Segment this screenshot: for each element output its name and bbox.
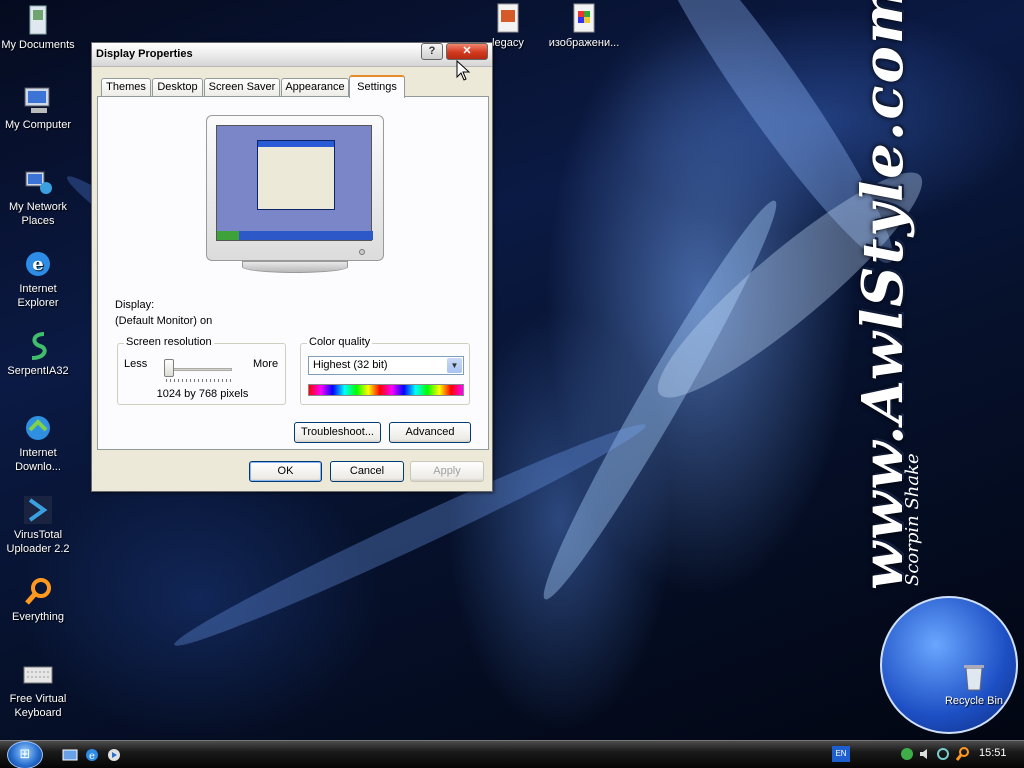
- desktop-icon-label: My Computer: [4, 119, 72, 131]
- desktop-icon-image[interactable]: изображени...: [546, 2, 622, 50]
- desktop-icon-internet-explorer[interactable]: e Internet Explorer: [0, 248, 76, 310]
- magnifier-tray-icon[interactable]: [955, 747, 970, 761]
- screen-resolution-group: Screen resolution Less More 1024 by 768 …: [117, 336, 286, 405]
- less-label: Less: [124, 358, 148, 370]
- language-indicator[interactable]: EN: [832, 746, 850, 762]
- desktop-icon-label: SerpentIA32: [7, 365, 69, 377]
- ok-button[interactable]: OK: [249, 461, 322, 482]
- magnifier-icon: [22, 576, 54, 608]
- desktop-icon-recycle-bin[interactable]: Recycle Bin: [936, 660, 1012, 708]
- cancel-button[interactable]: Cancel: [330, 461, 404, 482]
- close-button[interactable]: ✕: [446, 43, 488, 60]
- desktop-icon-my-documents[interactable]: My Documents: [0, 4, 76, 52]
- desktop-icon-label: My Network Places: [8, 201, 68, 227]
- troubleshoot-button[interactable]: Troubleshoot...: [294, 422, 381, 443]
- desktop-icon-label: My Documents: [1, 39, 75, 51]
- show-desktop-icon[interactable]: [62, 747, 78, 763]
- desktop-icon-virtual-keyboard[interactable]: Free Virtual Keyboard: [0, 658, 76, 720]
- svg-text:e: e: [89, 751, 95, 762]
- close-icon: ✕: [462, 45, 472, 57]
- desktop-icon-my-computer[interactable]: My Computer: [0, 84, 76, 132]
- desktop-icon-label: Everything: [12, 611, 64, 623]
- desktop-icon-label: изображени...: [548, 37, 620, 49]
- network-places-icon: [22, 166, 54, 198]
- keyboard-icon: [22, 658, 54, 690]
- tab-settings[interactable]: Settings: [349, 75, 405, 98]
- help-button[interactable]: ?: [421, 43, 443, 60]
- display-label: Display:: [115, 299, 155, 311]
- advanced-button[interactable]: Advanced: [389, 422, 471, 443]
- window-title: Display Properties: [96, 48, 193, 60]
- start-button[interactable]: ⊞: [7, 741, 43, 768]
- mouse-cursor-icon: [456, 60, 471, 81]
- tab-themes[interactable]: Themes: [101, 78, 151, 97]
- desktop-icon-serpent[interactable]: SerpentIA32: [0, 330, 76, 378]
- window-titlebar[interactable]: Display Properties ? ✕: [92, 43, 492, 67]
- settings-panel: Display: (Default Monitor) on Screen res…: [97, 96, 489, 450]
- desktop-icon-label: Internet Downlo...: [15, 447, 61, 473]
- image-file-icon: [568, 2, 600, 34]
- my-computer-icon: [22, 84, 54, 116]
- color-quality-title: Color quality: [307, 336, 373, 348]
- slider-ticks: [166, 379, 232, 382]
- sync-tray-icon[interactable]: [936, 747, 950, 761]
- desktop-icon-network[interactable]: My Network Places: [0, 166, 76, 228]
- internet-explorer-quicklaunch-icon[interactable]: e: [84, 747, 100, 763]
- network-tray-icon[interactable]: [900, 747, 914, 761]
- desktop-icon-download-manager[interactable]: Internet Downlo...: [0, 412, 76, 474]
- desktop-icon-everything[interactable]: Everything: [0, 576, 76, 624]
- virustotal-icon: [22, 494, 54, 526]
- power-button-icon: [359, 249, 365, 255]
- monitor-stand: [242, 261, 348, 273]
- download-manager-icon: [22, 412, 54, 444]
- file-icon: [492, 2, 524, 34]
- my-documents-icon: [22, 4, 54, 36]
- monitor-screen: [216, 125, 373, 241]
- help-icon: ?: [428, 45, 436, 57]
- desktop-icon-label: VirusTotal Uploader 2.2: [6, 529, 70, 555]
- tab-screen-saver[interactable]: Screen Saver: [204, 78, 280, 97]
- apply-button[interactable]: Apply: [410, 461, 484, 482]
- desktop-icon-virustotal[interactable]: VirusTotal Uploader 2.2: [0, 494, 76, 556]
- svg-text:e: e: [32, 254, 43, 275]
- desktop-icon-label: Recycle Bin: [944, 695, 1004, 707]
- screen-resolution-title: Screen resolution: [124, 336, 214, 348]
- color-spectrum-bar: [308, 384, 464, 396]
- tab-appearance[interactable]: Appearance: [281, 78, 349, 97]
- resolution-slider-track[interactable]: [164, 368, 232, 371]
- preview-start-button: [217, 231, 239, 240]
- serpent-icon: [22, 330, 54, 362]
- windows-logo-icon: ⊞: [19, 747, 31, 762]
- wallpaper-brand-text: www.AwlStyle.com: [850, 0, 916, 590]
- tab-desktop[interactable]: Desktop: [152, 78, 203, 97]
- internet-explorer-icon: e: [22, 248, 54, 280]
- taskbar: ⊞ e EN 15:51: [0, 740, 1024, 768]
- color-quality-value: Highest (32 bit): [313, 359, 388, 371]
- resolution-slider-thumb[interactable]: [164, 359, 174, 377]
- color-quality-select[interactable]: Highest (32 bit) ▼: [308, 356, 464, 375]
- preview-window: [257, 140, 335, 210]
- desktop-icon-label: Free Virtual Keyboard: [9, 693, 67, 719]
- color-quality-group: Color quality Highest (32 bit) ▼: [300, 336, 470, 405]
- more-label: More: [253, 358, 279, 370]
- wallpaper-streak: [527, 190, 793, 610]
- preview-taskbar: [217, 231, 373, 240]
- monitor-preview: [206, 115, 384, 273]
- chevron-down-icon[interactable]: ▼: [447, 358, 462, 373]
- tab-strip: Themes Desktop Screen Saver Appearance S…: [101, 75, 485, 98]
- monitor-body: [206, 115, 384, 261]
- recycle-bin-icon: [958, 660, 990, 692]
- volume-tray-icon[interactable]: [918, 747, 932, 761]
- display-value: (Default Monitor) on: [115, 315, 213, 327]
- display-properties-window: Display Properties ? ✕ Themes Desktop Sc…: [91, 42, 493, 492]
- wallpaper-signature: Scorpin Shake: [902, 453, 923, 586]
- preview-window-titlebar: [258, 141, 334, 147]
- media-player-icon[interactable]: [106, 747, 122, 763]
- resolution-value: 1024 by 768 pixels: [156, 388, 249, 400]
- clock[interactable]: 15:51: [979, 747, 1007, 759]
- desktop-icon-label: Internet Explorer: [17, 283, 59, 309]
